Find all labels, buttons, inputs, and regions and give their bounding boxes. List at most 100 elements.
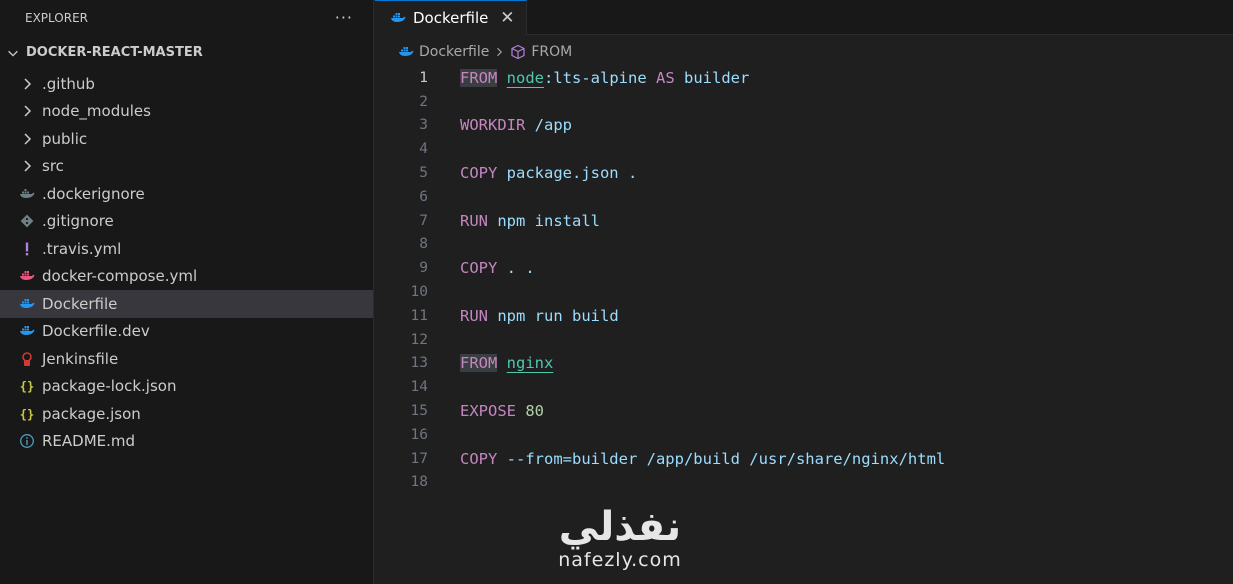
docker-compose-icon [18,267,36,285]
code-line: 8 [375,233,1233,257]
tree-item-github[interactable]: .github [0,70,373,98]
tree-item-label: README.md [42,432,136,451]
tree-item-label: src [42,157,64,176]
code-line: 1 FROM node:lts-alpine AS builder [375,66,1233,90]
file-tree: .github node_modulespublic src .dockerignor… [0,70,373,455]
code-token: COPY [460,259,498,278]
tree-item-label: public [42,129,88,148]
code-text: RUN npm run build [428,307,619,325]
breadcrumb-symbol[interactable]: FROM [531,44,572,60]
explorer-header: EXPLORER ··· [0,0,373,35]
code-token: 80 [525,402,545,421]
tree-item-label: Dockerfile [42,294,118,313]
close-icon[interactable]: ✕ [498,8,516,28]
line-number: 9 [419,260,428,277]
tree-item-package-json[interactable]: {} package.json [0,400,373,428]
tree-item-label: node_modules [42,102,151,121]
tree-item-gitignore[interactable]: .gitignore [0,208,373,236]
tree-item-jenkinsfile[interactable]: Jenkinsfile [0,345,373,373]
code-line: 12 [375,328,1233,352]
tree-item-public[interactable]: public [0,125,373,153]
project-folder-header[interactable]: DOCKER-REACT-MASTER [0,35,373,70]
code-text: COPY --from=builder /app/build /usr/shar… [428,450,945,468]
line-number: 1 [419,69,428,86]
tree-item-node-modules[interactable]: node_modules [0,98,373,126]
tree-item-package-lock-json[interactable]: {} package-lock.json [0,373,373,401]
code-token: AS [655,68,675,87]
tree-item-src[interactable]: src [0,153,373,181]
code-token: npm run build [488,306,619,325]
tree-item-travis-yml[interactable]: .travis.yml [0,235,373,263]
tree-item-dockerfile-dev[interactable]: Dockerfile.dev [0,318,373,346]
line-number: 16 [410,426,428,443]
code-line: 13 FROM nginx [375,352,1233,376]
code-token: package.json . [497,164,638,183]
line-number: 8 [419,236,428,253]
code-line: 3 WORKDIR /app [375,114,1233,138]
tab-dockerfile[interactable]: Dockerfile ✕ [375,0,528,35]
docker-gray-icon [18,185,36,203]
docker-icon [18,295,36,313]
git-icon [18,212,36,230]
line-number: 11 [410,307,428,324]
info-icon [18,432,36,450]
code-line: 16 [375,423,1233,447]
tree-item-label: Jenkinsfile [42,349,119,368]
code-line: 17 COPY --from=builder /app/build /usr/sh… [375,447,1233,471]
explorer-sidebar: EXPLORER ··· DOCKER-REACT-MASTER .github… [0,0,374,584]
json-braces-icon: {} [18,377,36,395]
code-line: 7 RUN npm install [375,209,1233,233]
more-actions-icon[interactable]: ··· [335,8,353,27]
code-token: COPY [460,449,498,468]
line-number: 7 [419,212,428,229]
tree-item-label: package.json [42,404,141,423]
tree-item-dockerfile[interactable]: Dockerfile [0,290,373,318]
code-token: EXPOSE [460,402,516,421]
code-text: FROM nginx [428,354,553,373]
chevron-right-icon [497,47,503,57]
svg-text:{}: {} [20,380,34,394]
code-text: EXPOSE 80 [428,402,544,420]
watermark-arabic: نفذلي [558,504,682,550]
line-number: 12 [410,331,428,348]
code-text: COPY package.json . [428,164,637,182]
svg-text:{}: {} [20,407,34,421]
line-number: 2 [419,93,428,110]
tab-label: Dockerfile [413,9,489,27]
chevron-right-icon [18,102,36,120]
docker-icon [389,9,407,27]
line-number: 15 [410,403,428,420]
tree-item-docker-compose-yml[interactable]: docker-compose.yml [0,263,373,291]
symbol-cube-icon [509,43,527,61]
tree-item-label: .travis.yml [42,239,122,258]
tree-item-label: package-lock.json [42,377,177,396]
code-text: FROM node:lts-alpine AS builder [428,68,749,87]
code-text: COPY . . [428,259,535,277]
docker-icon [397,43,415,61]
tab-bar: Dockerfile ✕ [375,0,1233,35]
code-token: :lts-alpine [544,68,656,87]
code-line: 15 EXPOSE 80 [375,399,1233,423]
project-name: DOCKER-REACT-MASTER [26,45,203,60]
code-token: RUN [460,306,488,325]
tree-item-readme-md[interactable]: README.md [0,428,373,456]
code-token: FROM [460,354,498,373]
breadcrumb: Dockerfile FROM [375,35,1233,69]
line-number: 5 [419,165,428,182]
code-token: --from=builder /app/build /usr/share/ngi… [497,449,946,468]
line-number: 3 [419,117,428,134]
tree-item-label: .github [42,74,95,93]
code-line: 6 [375,185,1233,209]
breadcrumb-file[interactable]: Dockerfile [419,44,489,60]
chevron-right-icon [18,130,36,148]
code-line: 10 [375,280,1233,304]
tree-item-label: Dockerfile.dev [42,322,150,341]
tree-item-dockerignore[interactable]: .dockerignore [0,180,373,208]
line-number: 18 [410,474,428,491]
code-line: 14 [375,375,1233,399]
line-number: 13 [410,355,428,372]
code-editor[interactable]: 1 FROM node:lts-alpine AS builder 2 3 WORKDI… [375,66,1233,494]
code-token: . . [497,259,535,278]
editor-area: Dockerfile ✕ Dockerfile FROM 1 FROM node:… [375,0,1233,584]
